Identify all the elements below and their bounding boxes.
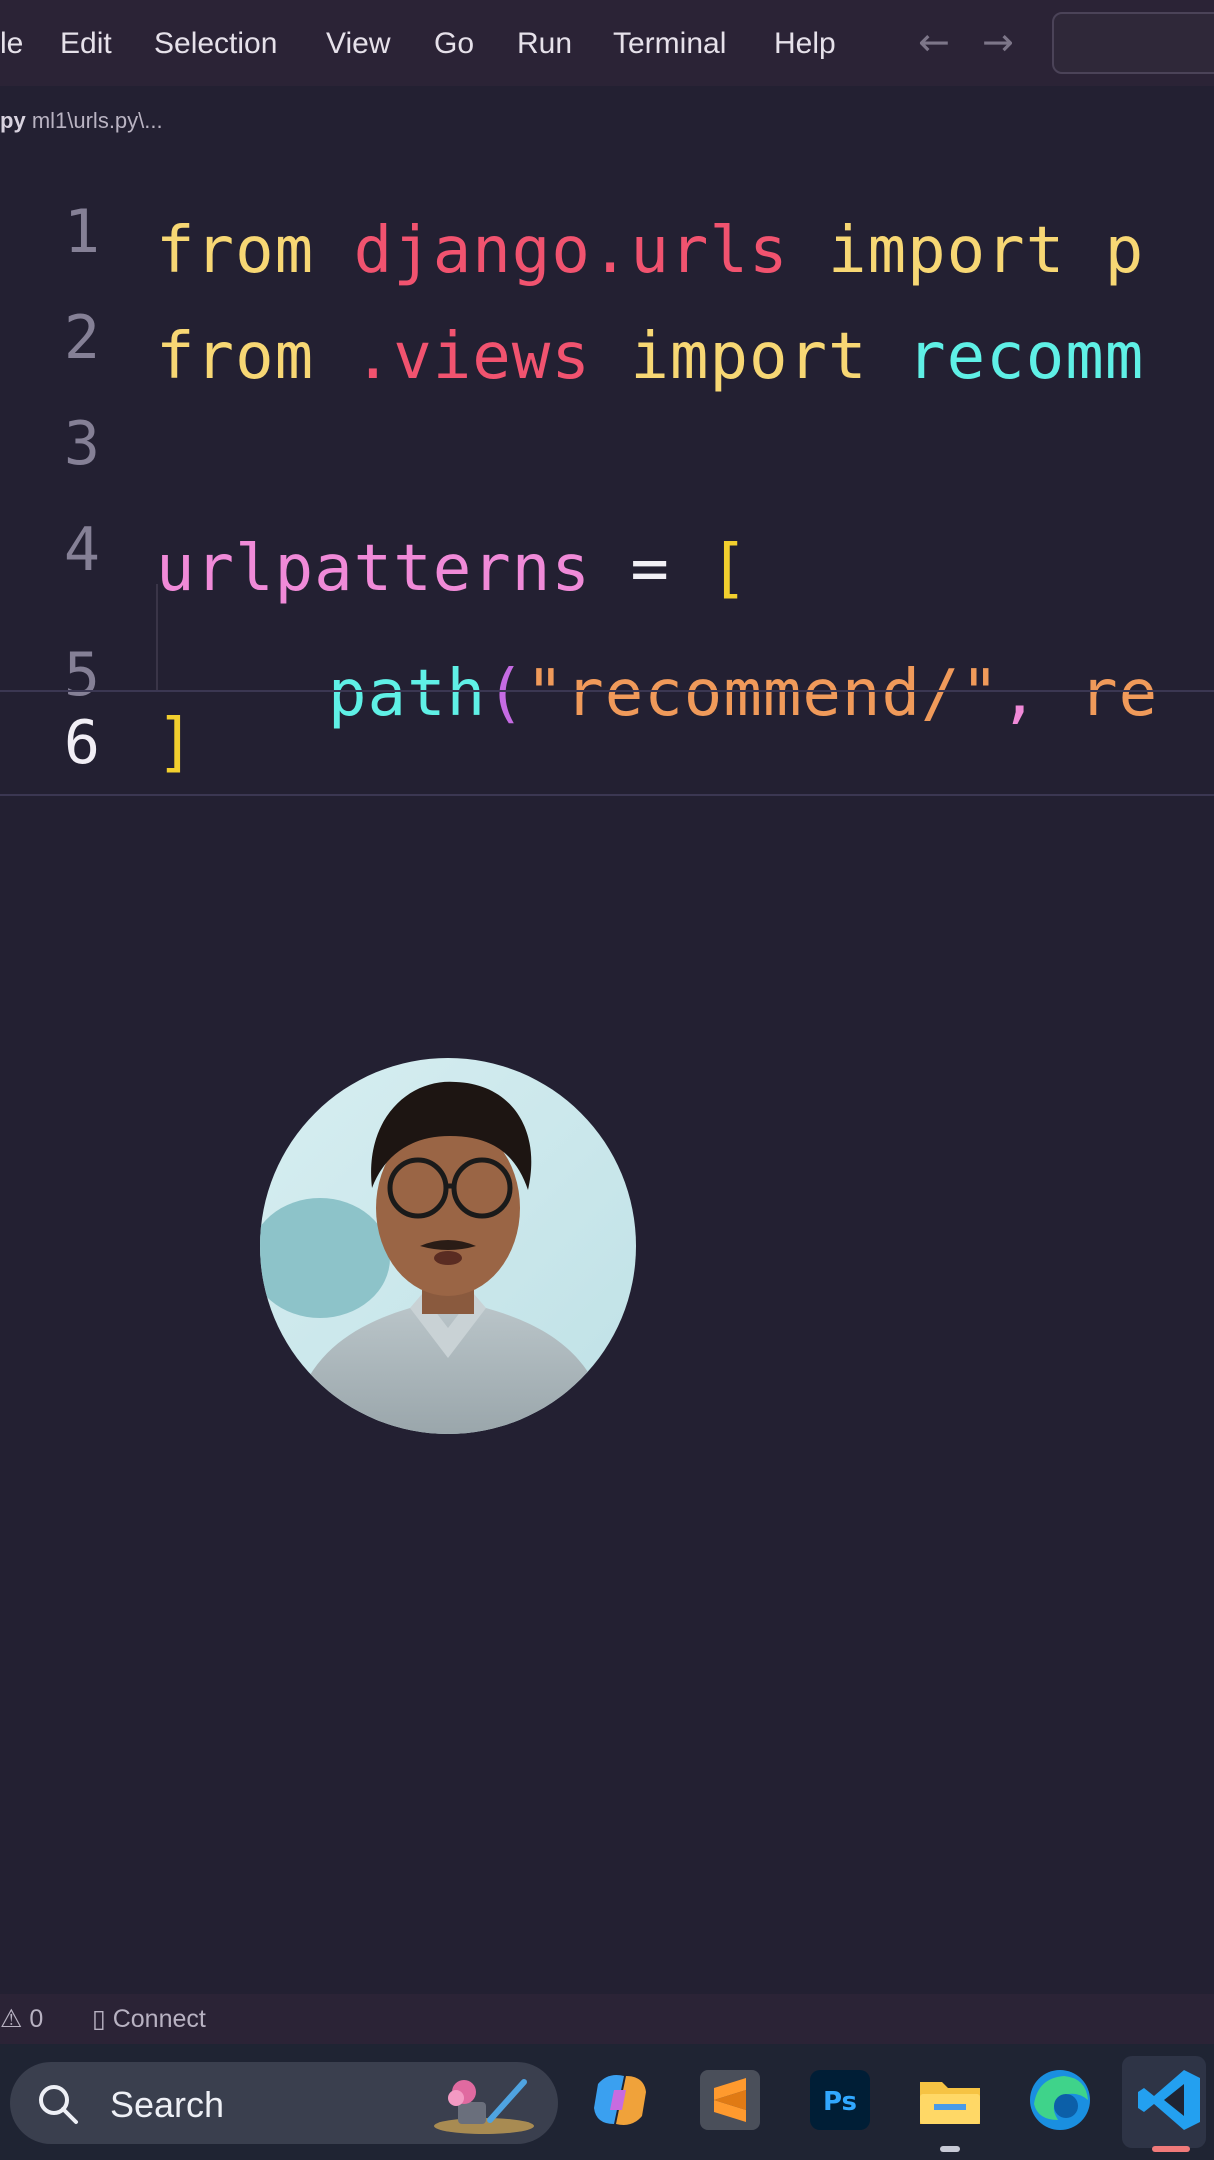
edge-icon[interactable] (1024, 2064, 1096, 2136)
copilot-icon[interactable] (584, 2064, 656, 2136)
search-highlight-icon (434, 2079, 534, 2134)
breadcrumb-file[interactable]: py (0, 108, 26, 133)
connect-label: Connect (112, 2005, 206, 2033)
vscode-icon[interactable] (1134, 2064, 1206, 2136)
menu-help[interactable]: Help (774, 24, 836, 64)
code-line[interactable]: 5 path("recommend/", re (0, 584, 1214, 731)
code-text: ] (156, 706, 196, 780)
menu-edit[interactable]: Edit (60, 24, 112, 64)
webcam-overlay (260, 1058, 636, 1434)
code-line[interactable]: 1 from django.urls import p (0, 160, 1214, 288)
breadcrumb-path[interactable]: ml1\urls.py\... (32, 108, 163, 133)
taskbar-search[interactable]: Search (10, 2062, 558, 2144)
presenter-photo (260, 1058, 636, 1434)
menu-go[interactable]: Go (434, 24, 474, 64)
menu-bar: le Edit Selection View Go Run Terminal H… (0, 0, 1214, 86)
forward-arrow-icon[interactable]: → (982, 20, 1014, 64)
windows-taskbar: Search Ps (0, 2044, 1214, 2160)
line-number: 6 (63, 708, 100, 778)
svg-text:Ps: Ps (823, 2087, 857, 2117)
problems-indicator[interactable]: ⚠ 0 (0, 2004, 43, 2034)
remote-connect[interactable]: ▯ Connect (92, 2004, 206, 2034)
running-indicator (940, 2146, 960, 2152)
menu-run[interactable]: Run (517, 24, 572, 64)
search-icon (39, 2085, 78, 2124)
status-bar: ⚠ 0 ▯ Connect (0, 1994, 1214, 2044)
code-line[interactable]: 3 (0, 372, 1214, 479)
sublime-text-icon[interactable] (694, 2064, 766, 2136)
warning-count: 0 (29, 2005, 44, 2033)
file-explorer-icon[interactable] (914, 2064, 986, 2136)
active-indicator (1152, 2146, 1190, 2152)
search-label: Search (110, 2084, 225, 2125)
menu-terminal[interactable]: Terminal (613, 24, 726, 64)
command-center-search[interactable] (1052, 12, 1214, 74)
photoshop-icon[interactable]: Ps (804, 2064, 876, 2136)
code-line-active[interactable]: 6 ] (0, 690, 1214, 796)
menu-file[interactable]: le (0, 24, 23, 64)
menu-view[interactable]: View (326, 24, 390, 64)
back-arrow-icon[interactable]: ← (918, 20, 950, 64)
breadcrumb: py ml1\urls.py\... (0, 108, 163, 134)
indent-guide (156, 584, 158, 690)
warning-icon: ⚠ (0, 2005, 23, 2033)
database-icon: ▯ (92, 2005, 106, 2033)
code-line[interactable]: 2 from .views import recomm (0, 266, 1214, 394)
code-line[interactable]: 4 urlpatterns = [ (0, 478, 1214, 606)
menu-selection[interactable]: Selection (154, 24, 277, 64)
code-editor[interactable]: 1 from django.urls import p 2 from .view… (0, 160, 1214, 820)
